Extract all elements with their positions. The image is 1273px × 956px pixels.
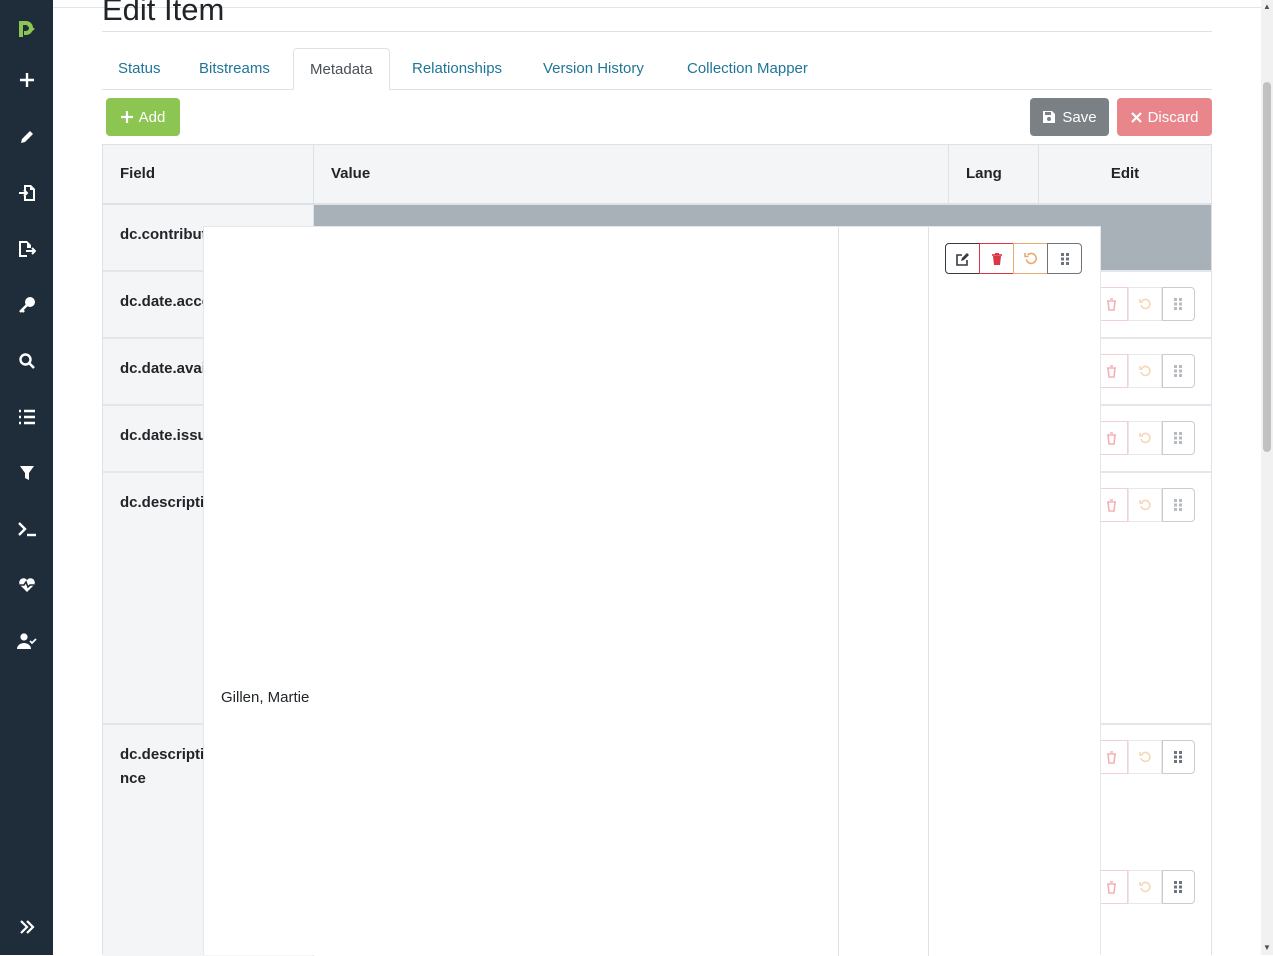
top-header [53, 0, 1261, 8]
tab-status[interactable]: Status [102, 48, 177, 90]
table-header: Field Value Lang Edit [103, 145, 1211, 205]
edit-item-tabs: Status Bitstreams Metadata Relationships… [102, 48, 1212, 90]
drag-preview-edit-buttons [945, 243, 1082, 274]
terminal-icon[interactable] [0, 509, 53, 549]
drag-preview-row[interactable]: Gillen, Martie [203, 226, 1101, 956]
page-scrollbar[interactable]: ▲ ▼ [1261, 0, 1273, 955]
column-divider [838, 227, 839, 956]
row-edit-buttons [1095, 740, 1195, 774]
tab-version-history[interactable]: Version History [527, 48, 660, 90]
undo-icon[interactable] [1013, 243, 1048, 274]
row-edit-buttons [1095, 354, 1195, 388]
tab-bitstreams[interactable]: Bitstreams [183, 48, 286, 90]
edit-icon[interactable] [945, 243, 980, 274]
plus-icon [120, 111, 133, 123]
discard-button-label: Discard [1147, 108, 1199, 126]
row-edit-buttons [1095, 870, 1195, 904]
row-edit-buttons [1095, 488, 1195, 522]
drag-handle-icon[interactable] [1161, 488, 1195, 522]
header-value: Value [314, 145, 949, 203]
header-lang: Lang [949, 145, 1039, 203]
scrollbar-thumb[interactable] [1263, 82, 1271, 452]
drag-handle-icon[interactable] [1161, 740, 1195, 774]
admin-sidebar [0, 0, 53, 955]
drag-handle-icon[interactable] [1161, 870, 1195, 904]
dspace-logo-icon[interactable] [0, 9, 53, 49]
filter-icon[interactable] [0, 453, 53, 493]
tab-metadata[interactable]: Metadata [293, 48, 390, 90]
column-divider [928, 227, 929, 956]
title-divider [102, 31, 1212, 32]
pencil-icon[interactable] [0, 117, 53, 157]
tab-collection-mapper[interactable]: Collection Mapper [671, 48, 824, 90]
undo-icon[interactable] [1128, 488, 1162, 522]
header-edit: Edit [1110, 165, 1140, 182]
expand-sidebar-icon[interactable] [0, 907, 53, 947]
drag-handle-icon[interactable] [1161, 421, 1195, 455]
undo-icon[interactable] [1128, 740, 1162, 774]
trash-icon[interactable] [979, 243, 1014, 274]
scroll-down-icon[interactable]: ▼ [1263, 943, 1271, 953]
heartbeat-icon[interactable] [0, 565, 53, 605]
drag-handle-icon[interactable] [1161, 354, 1195, 388]
scroll-up-icon[interactable]: ▲ [1263, 2, 1271, 12]
undo-icon[interactable] [1128, 870, 1162, 904]
tab-relationships[interactable]: Relationships [396, 48, 518, 90]
page-title: Edit Item [102, 0, 225, 27]
add-button-label: Add [138, 108, 166, 126]
save-button[interactable]: Save [1030, 98, 1109, 136]
discard-button[interactable]: Discard [1117, 98, 1212, 136]
save-icon [1043, 111, 1056, 123]
save-button-label: Save [1062, 108, 1097, 126]
add-button[interactable]: Add [106, 98, 180, 136]
undo-icon[interactable] [1128, 354, 1162, 388]
search-icon[interactable] [0, 341, 53, 381]
header-field: Field [103, 145, 314, 203]
row-edit-buttons [1095, 287, 1195, 321]
list-icon[interactable] [0, 397, 53, 437]
undo-icon[interactable] [1128, 287, 1162, 321]
metadata-value: Gillen, Martie [221, 689, 310, 706]
undo-icon[interactable] [1128, 421, 1162, 455]
close-icon [1130, 111, 1142, 123]
drag-handle-icon[interactable] [1047, 243, 1082, 274]
plus-icon[interactable] [0, 60, 53, 100]
row-edit-buttons [1095, 421, 1195, 455]
import-icon[interactable] [0, 173, 53, 213]
user-check-icon[interactable] [0, 621, 53, 661]
key-icon[interactable] [0, 285, 53, 325]
drag-handle-icon[interactable] [1161, 287, 1195, 321]
export-icon[interactable] [0, 229, 53, 269]
